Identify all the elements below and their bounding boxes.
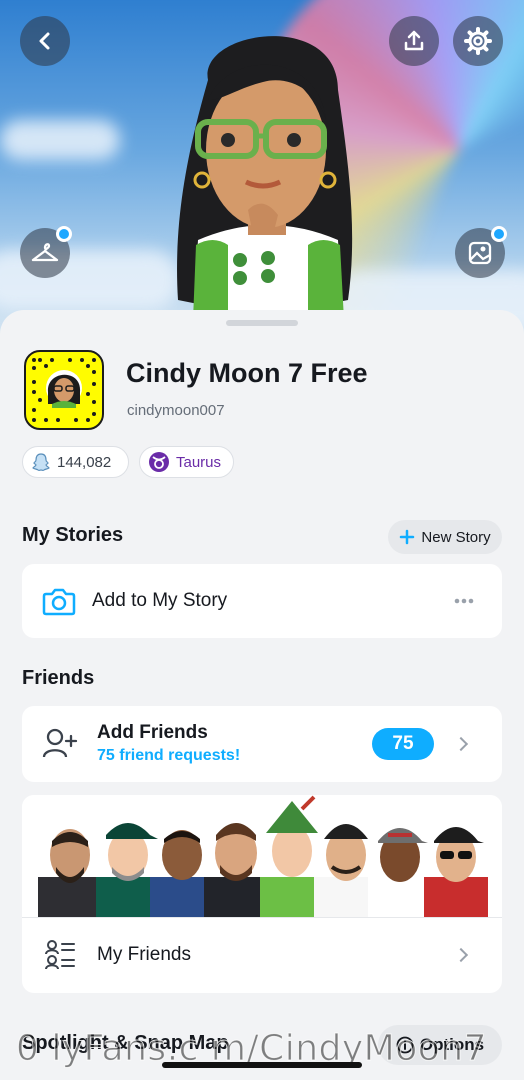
plus-icon xyxy=(400,529,415,545)
my-stories-title: My Stories xyxy=(22,524,124,546)
friend-requests-badge: 75 xyxy=(372,728,434,760)
my-friends-card[interactable]: My Friends xyxy=(22,795,502,993)
hanger-icon xyxy=(31,243,59,262)
more-icon[interactable] xyxy=(454,598,474,604)
friend-requests-text: 75 friend requests! xyxy=(97,747,241,764)
snap-score-value: 144,082 xyxy=(57,453,112,471)
back-icon xyxy=(39,32,50,50)
cloud-decoration xyxy=(0,120,120,160)
bottom-area: Spotlight & Snap Map Options 0 lyFans.c … xyxy=(0,1022,524,1080)
share-button[interactable] xyxy=(389,16,439,66)
zodiac-pill[interactable]: Taurus xyxy=(139,446,234,478)
add-friends-label: Add Friends xyxy=(97,722,208,743)
divider xyxy=(22,917,502,918)
username: cindymoon007 xyxy=(127,402,225,419)
my-friends-label: My Friends xyxy=(97,944,191,965)
chevron-right-icon xyxy=(453,736,469,752)
snapcode[interactable] xyxy=(24,350,104,430)
new-story-button[interactable]: New Story xyxy=(388,520,502,554)
zodiac-label: Taurus xyxy=(176,453,222,471)
share-icon xyxy=(404,30,424,51)
snap-score-pill[interactable]: 144,082 xyxy=(22,446,129,478)
bitmoji-avatar[interactable] xyxy=(168,20,368,320)
profile-sheet: Cindy Moon 7 Free cindymoon007 144,082 T… xyxy=(0,310,524,1080)
display-name: Cindy Moon 7 Free xyxy=(126,358,368,388)
add-to-my-story-label: Add to My Story xyxy=(92,590,228,611)
friends-bitmoji-strip xyxy=(22,795,502,917)
snap-score-icon xyxy=(32,453,50,472)
snapcode-icon xyxy=(32,358,96,422)
add-friend-icon xyxy=(42,728,78,758)
sheet-grabber[interactable] xyxy=(226,320,298,326)
outfit-button[interactable] xyxy=(20,226,72,278)
chevron-right-icon xyxy=(453,947,469,963)
camera-icon xyxy=(42,588,76,616)
friends-title: Friends xyxy=(22,667,95,689)
profile-header-background xyxy=(0,0,524,340)
background-button[interactable] xyxy=(455,226,507,278)
notification-dot xyxy=(491,226,507,242)
gallery-icon xyxy=(468,241,492,265)
home-indicator xyxy=(162,1062,362,1068)
add-friends-row[interactable]: Add Friends 75 friend requests! 75 xyxy=(22,706,502,782)
settings-icon xyxy=(464,27,492,55)
notification-dot xyxy=(56,226,72,242)
settings-button[interactable] xyxy=(453,16,503,66)
taurus-icon xyxy=(149,452,169,472)
friends-list-icon xyxy=(45,940,75,970)
new-story-label: New Story xyxy=(421,528,491,546)
add-to-my-story-row[interactable]: Add to My Story xyxy=(22,564,502,638)
back-button[interactable] xyxy=(20,16,70,66)
